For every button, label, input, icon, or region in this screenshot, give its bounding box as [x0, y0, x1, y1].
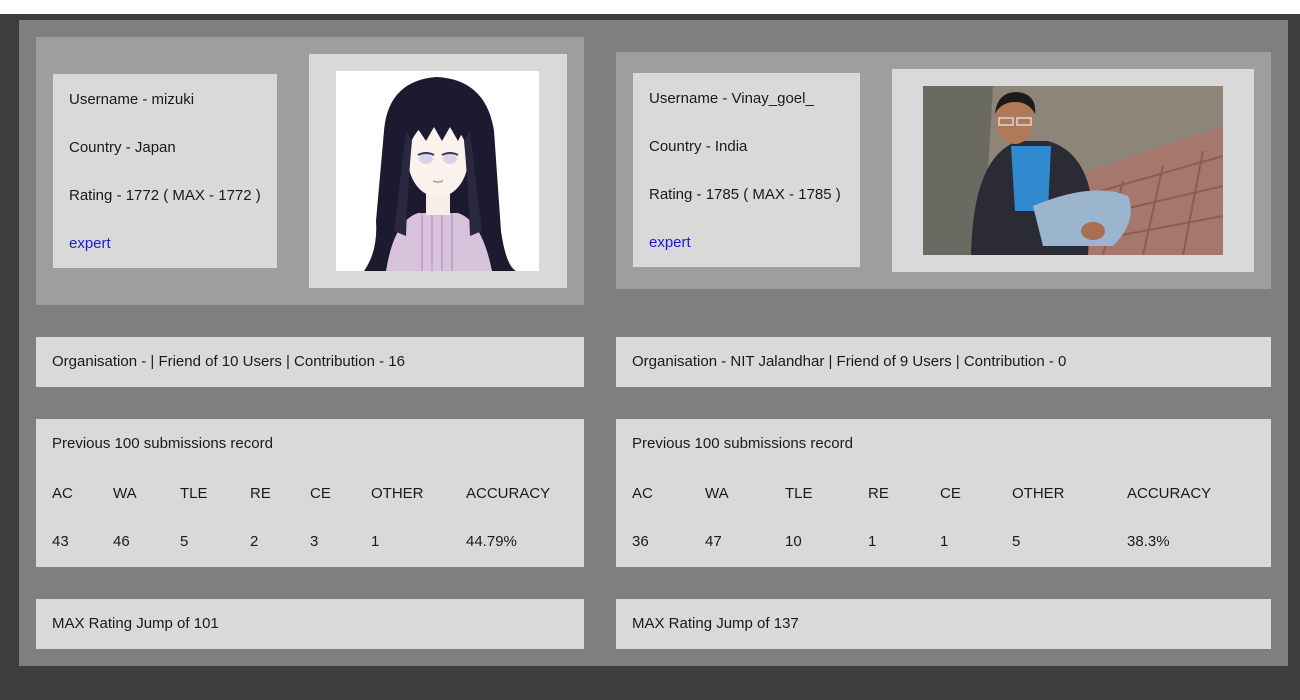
user-1-max-jump-bar: MAX Rating Jump of 101 — [36, 599, 584, 649]
user-2-value-tle: 10 — [785, 533, 802, 550]
user-2-avatar-frame — [892, 69, 1254, 272]
user-1-value-ce: 3 — [310, 533, 319, 550]
user-2-value-re: 1 — [868, 533, 877, 550]
user-2-avatar — [923, 86, 1223, 255]
comparison-board: Username - mizuki Country - Japan Rating… — [19, 20, 1288, 666]
user-1-value-tle: 5 — [180, 533, 189, 550]
user-2-submissions-title: Previous 100 submissions record — [632, 435, 853, 452]
user-1-organisation-text: Organisation - | Friend of 10 Users | Co… — [52, 353, 405, 370]
user-1-value-wa: 46 — [113, 533, 130, 550]
user-1-organisation-bar: Organisation - | Friend of 10 Users | Co… — [36, 337, 584, 387]
user-1-header-ce: CE — [310, 485, 331, 502]
user-2-value-accuracy: 38.3% — [1127, 533, 1170, 550]
user-2-value-other: 5 — [1012, 533, 1021, 550]
user-1-header-wa: WA — [113, 485, 137, 502]
user-2-value-wa: 47 — [705, 533, 722, 550]
user-2-header-wa: WA — [705, 485, 729, 502]
user-2-organisation-text: Organisation - NIT Jalandhar | Friend of… — [632, 353, 1067, 370]
user-1-value-other: 1 — [371, 533, 380, 550]
user-1-value-re: 2 — [250, 533, 259, 550]
user-2-rating: Rating - 1785 ( MAX - 1785 ) — [649, 186, 841, 203]
user-2-header-tle: TLE — [785, 485, 813, 502]
user-1-max-jump-text: MAX Rating Jump of 101 — [52, 615, 219, 632]
user-2-submissions-card: Previous 100 submissions record AC WA TL… — [616, 419, 1271, 567]
user-2-avatar-image — [923, 86, 1223, 255]
user-1-info-card: Username - mizuki Country - Japan Rating… — [53, 74, 277, 268]
user-2-rank-link[interactable]: expert — [649, 234, 691, 251]
user-2-info-card: Username - Vinay_goel_ Country - India R… — [633, 73, 860, 267]
user-2-organisation-bar: Organisation - NIT Jalandhar | Friend of… — [616, 337, 1271, 387]
user-2-value-ce: 1 — [940, 533, 949, 550]
user-2-profile-panel: Username - Vinay_goel_ Country - India R… — [616, 52, 1271, 289]
user-1-value-accuracy: 44.79% — [466, 533, 517, 550]
user-2-header-re: RE — [868, 485, 889, 502]
user-1-header-re: RE — [250, 485, 271, 502]
user-2-header-accuracy: ACCURACY — [1127, 485, 1212, 502]
user-2-header-ac: AC — [632, 485, 653, 502]
user-1-avatar — [336, 71, 539, 271]
user-2-header-ce: CE — [940, 485, 961, 502]
user-2-value-ac: 36 — [632, 533, 649, 550]
user-1-avatar-frame — [309, 54, 567, 288]
user-2-country: Country - India — [649, 138, 748, 155]
user-1-header-tle: TLE — [180, 485, 208, 502]
user-1-header-other: OTHER — [371, 485, 424, 502]
user-1-header-ac: AC — [52, 485, 73, 502]
user-2-max-jump-bar: MAX Rating Jump of 137 — [616, 599, 1271, 649]
user-1-header-accuracy: ACCURACY — [466, 485, 551, 502]
user-1-avatar-image — [336, 71, 539, 271]
user-1-submissions-title: Previous 100 submissions record — [52, 435, 273, 452]
user-1-value-ac: 43 — [52, 533, 69, 550]
user-1-username: Username - mizuki — [69, 91, 195, 108]
page-frame: Username - mizuki Country - Japan Rating… — [0, 14, 1300, 700]
user-1-profile-panel: Username - mizuki Country - Japan Rating… — [36, 37, 584, 305]
user-1-country: Country - Japan — [69, 139, 176, 156]
user-1-submissions-card: Previous 100 submissions record AC WA TL… — [36, 419, 584, 567]
user-2-username: Username - Vinay_goel_ — [649, 90, 814, 107]
user-1-rank-link[interactable]: expert — [69, 235, 111, 252]
user-2-header-other: OTHER — [1012, 485, 1065, 502]
user-1-rating: Rating - 1772 ( MAX - 1772 ) — [69, 187, 261, 204]
user-2-max-jump-text: MAX Rating Jump of 137 — [632, 615, 799, 632]
